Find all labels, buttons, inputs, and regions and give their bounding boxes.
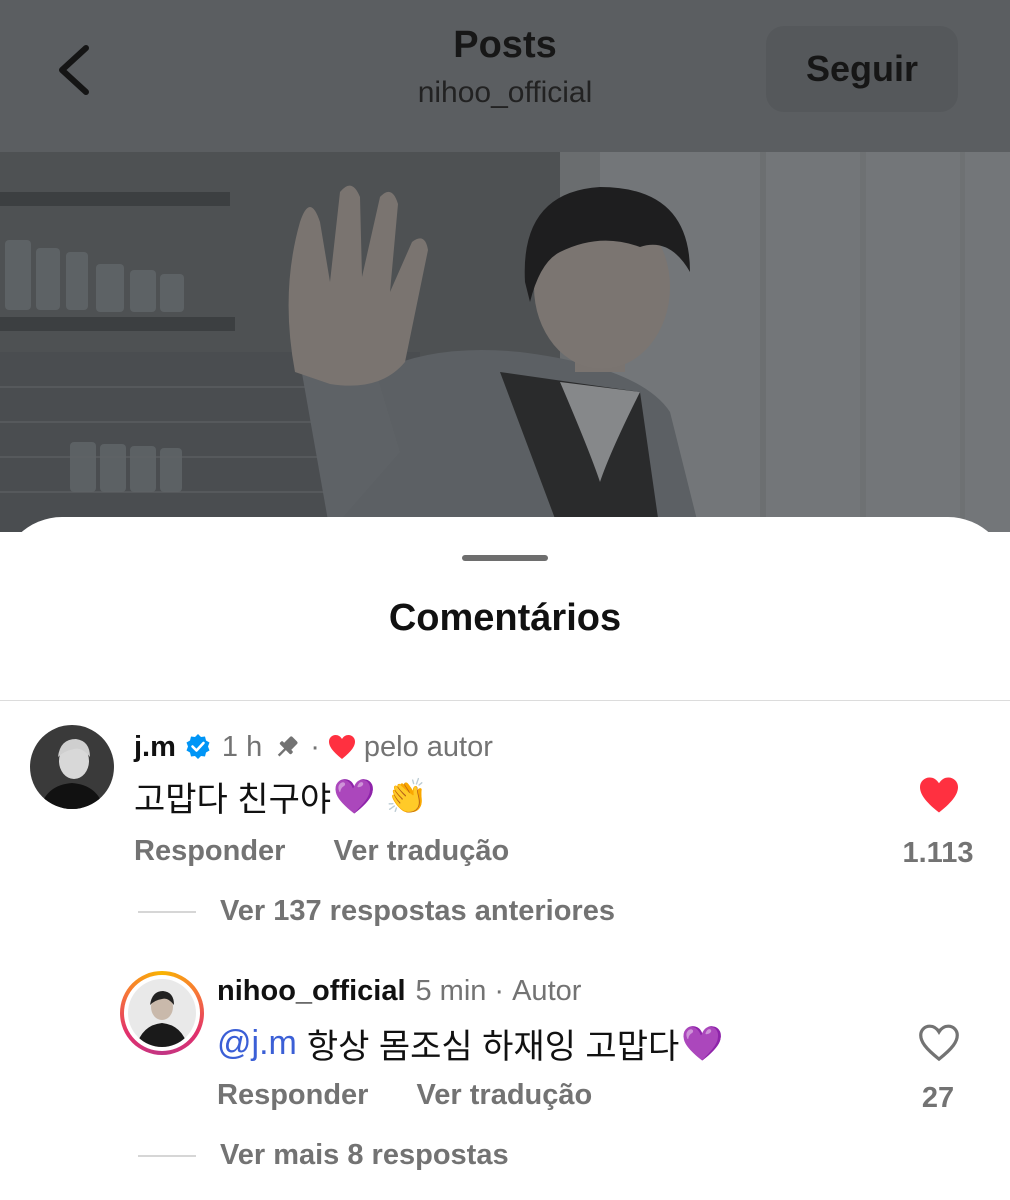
like-count: 1.113 xyxy=(902,837,974,869)
reply-button[interactable]: Responder xyxy=(217,1079,368,1111)
comment-time: 1 h xyxy=(221,730,263,763)
reply-time: 5 min xyxy=(415,974,487,1007)
thread-line xyxy=(138,910,196,913)
author-label: Autor xyxy=(512,974,582,1007)
clapping-hands-emoji: 👏 xyxy=(385,777,428,816)
like-count: 27 xyxy=(921,1082,955,1114)
reply-button[interactable]: Responder xyxy=(134,835,285,867)
avatar-image xyxy=(30,725,114,809)
translate-button[interactable]: Ver tradução xyxy=(417,1079,593,1111)
purple-heart-emoji: 💜 xyxy=(333,777,376,816)
like-button[interactable] xyxy=(918,776,960,819)
view-replies-link[interactable]: Ver 137 respostas anteriores xyxy=(138,895,615,928)
reply-username[interactable]: nihoo_official xyxy=(217,975,406,1008)
sheet-drag-handle[interactable] xyxy=(462,555,548,561)
follow-button[interactable]: Seguir xyxy=(766,26,958,112)
avatar-ring-inner xyxy=(124,975,200,1051)
reply-header: nihoo_official 5 min · Autor xyxy=(217,971,581,1011)
heart-icon xyxy=(328,735,355,759)
top-header: Posts nihoo_official Seguir xyxy=(0,0,1010,152)
avatar xyxy=(128,979,196,1047)
view-replies-label: Ver 137 respostas anteriores xyxy=(220,895,615,927)
reply-text-content: 항상 몸조심 하재잉 고맙다 xyxy=(306,1028,680,1066)
heart-filled-icon xyxy=(920,777,958,813)
divider xyxy=(0,700,1010,701)
comment-text-content: 고맙다 친구야 xyxy=(134,781,332,819)
mention-link[interactable]: @j.m xyxy=(217,1024,297,1063)
like-button[interactable] xyxy=(918,1024,960,1067)
avatar[interactable] xyxy=(30,725,114,809)
comment-username[interactable]: j.m xyxy=(134,731,176,764)
comments-title: Comentários xyxy=(388,597,622,639)
separator-dot: · xyxy=(494,974,505,1007)
reply-actions: Responder Ver tradução xyxy=(217,1079,592,1112)
heart-outline-icon xyxy=(919,1024,959,1062)
post-photo-illustration xyxy=(0,152,1010,532)
comment-actions: Responder Ver tradução xyxy=(134,835,509,868)
verified-badge-icon xyxy=(186,734,210,759)
thread-line xyxy=(138,1154,196,1157)
avatar-image xyxy=(128,979,196,1047)
view-more-replies-label: Ver mais 8 respostas xyxy=(220,1139,509,1171)
comment-text: 고맙다 친구야 💜 👏 xyxy=(134,772,428,821)
liked-by-author-label: pelo autor xyxy=(363,730,493,763)
reply-text: @j.m 항상 몸조심 하재잉 고맙다 💜 xyxy=(217,1019,724,1068)
pin-icon xyxy=(278,736,298,757)
post-image[interactable] xyxy=(0,152,1010,532)
translate-button[interactable]: Ver tradução xyxy=(334,835,510,867)
separator-dot: · xyxy=(310,730,320,763)
avatar-story-ring[interactable] xyxy=(120,971,204,1055)
purple-heart-emoji: 💜 xyxy=(681,1024,724,1063)
comment-header: j.m 1 h · pelo autor xyxy=(134,727,493,767)
view-more-replies-link[interactable]: Ver mais 8 respostas xyxy=(138,1139,509,1172)
